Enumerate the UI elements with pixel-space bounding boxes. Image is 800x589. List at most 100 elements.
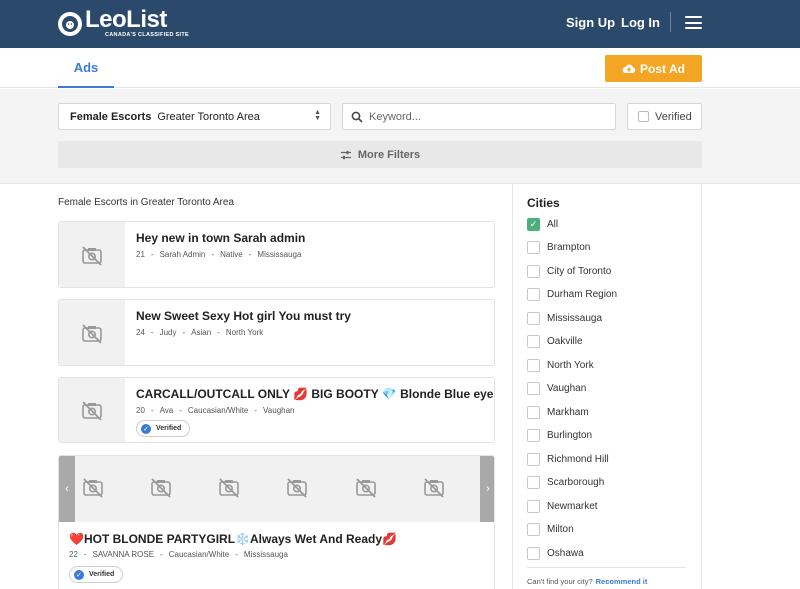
verified-badge-label: Verified xyxy=(156,425,182,432)
city-option-oakville[interactable]: Oakville xyxy=(527,334,583,348)
city-option-newmarket[interactable]: Newmarket xyxy=(527,499,598,513)
verified-badge-label: Verified xyxy=(89,571,115,578)
listing-meta: 24- Judy - Asian - North York xyxy=(136,328,264,337)
city-checkbox[interactable] xyxy=(527,264,540,278)
city-checkbox[interactable]: ✓ xyxy=(527,217,540,231)
city-option-city-of-toronto[interactable]: City of Toronto xyxy=(527,264,611,278)
city-checkbox[interactable] xyxy=(527,405,540,419)
listing-card[interactable]: CARCALL/OUTCALL ONLY 💋 BIG BOOTY 💎 Blond… xyxy=(58,377,495,443)
city-option-mississauga[interactable]: Mississauga xyxy=(527,311,602,325)
keyword-search[interactable] xyxy=(342,103,616,130)
listing-card[interactable]: New Sweet Sexy Hot girl You must try 24-… xyxy=(58,299,495,366)
listing-age: 24 xyxy=(136,328,145,337)
no-photo-icon xyxy=(356,478,376,498)
tab-ads[interactable]: Ads xyxy=(58,48,114,88)
city-checkbox[interactable] xyxy=(527,522,540,536)
listing-name: SAVANNA ROSE xyxy=(92,550,155,559)
cloud-upload-icon xyxy=(622,64,636,73)
city-option-scarborough[interactable]: Scarborough xyxy=(527,475,604,489)
post-ad-button[interactable]: Post Ad xyxy=(605,55,702,82)
city-label: Vaughan xyxy=(547,382,587,394)
listing-city: Vaughan xyxy=(263,406,295,415)
listing-name: Ava xyxy=(159,406,174,415)
featured-listing-card[interactable]: ‹ › ❤️HOT BLONDE PARTYGIRL❄️Always Wet A… xyxy=(58,455,495,589)
listing-age: 21 xyxy=(136,250,145,259)
listing-thumbnail[interactable] xyxy=(59,222,125,287)
listing-ethnicity: Asian xyxy=(191,328,212,337)
tab-row: Ads Post Ad xyxy=(0,48,800,88)
logo-name: LeoList xyxy=(85,6,167,33)
city-option-burlington[interactable]: Burlington xyxy=(527,428,592,442)
hamburger-icon[interactable] xyxy=(685,16,702,29)
city-checkbox[interactable] xyxy=(527,240,540,254)
listing-title[interactable]: CARCALL/OUTCALL ONLY 💋 BIG BOOTY 💎 Blond… xyxy=(136,387,494,401)
login-link[interactable]: Log In xyxy=(621,15,660,30)
listing-ethnicity: Native xyxy=(220,250,243,259)
city-label: North York xyxy=(547,359,594,371)
cities-heading: Cities xyxy=(527,196,560,210)
category-value: Female Escorts xyxy=(70,110,152,123)
city-checkbox[interactable] xyxy=(527,428,540,442)
listing-card[interactable]: Hey new in town Sarah admin 21- Sarah Adm… xyxy=(58,221,495,288)
listing-meta: 22- SAVANNA ROSE - Caucasian/White - Mississa… xyxy=(69,550,288,559)
results-heading: Female Escorts in Greater Toronto Area xyxy=(58,197,235,208)
city-option-durham-region[interactable]: Durham Region xyxy=(527,287,617,301)
city-option-markham[interactable]: Markham xyxy=(527,405,589,419)
city-option-all[interactable]: ✓ All xyxy=(527,217,558,231)
verified-check-icon: ✓ xyxy=(74,569,84,580)
listing-city: Mississauga xyxy=(257,250,302,259)
city-label: Milton xyxy=(547,523,574,535)
city-label: City of Toronto xyxy=(547,265,612,277)
listing-title[interactable]: New Sweet Sexy Hot girl You must try xyxy=(136,309,351,323)
sidebar-divider xyxy=(527,567,686,568)
city-label: All xyxy=(547,218,559,230)
category-location-select[interactable]: Female Escorts Greater Toronto Area ▲ ▼ xyxy=(58,103,331,130)
no-photo-icon xyxy=(82,401,102,421)
listing-name: Sarah Admin xyxy=(159,250,206,259)
city-checkbox[interactable] xyxy=(527,475,540,489)
more-filters-button[interactable]: More Filters xyxy=(58,141,702,168)
listing-meta: 21- Sarah Admin - Native - Mississauga xyxy=(136,250,302,259)
city-label: Brampton xyxy=(547,241,591,253)
city-checkbox[interactable] xyxy=(527,499,540,513)
city-checkbox[interactable] xyxy=(527,381,540,395)
city-checkbox[interactable] xyxy=(527,287,540,301)
listing-age: 20 xyxy=(136,406,145,415)
city-checkbox[interactable] xyxy=(527,452,540,466)
city-label: Scarborough xyxy=(547,476,605,488)
select-arrows-icon: ▲ ▼ xyxy=(314,109,321,122)
city-label: Oshawa xyxy=(547,547,584,559)
city-checkbox[interactable] xyxy=(527,546,540,560)
gallery-next-button[interactable]: › xyxy=(480,456,494,522)
verified-badge: ✓ Verified xyxy=(69,566,124,583)
top-navbar: LeoList CANADA'S CLASSIFIED SITE Sign Up… xyxy=(0,0,800,48)
gallery-prev-button[interactable]: ‹ xyxy=(59,456,75,522)
keyword-input[interactable] xyxy=(369,110,599,123)
no-photo-icon xyxy=(424,478,444,498)
signup-link[interactable]: Sign Up xyxy=(566,15,615,30)
search-icon xyxy=(351,111,363,123)
verified-checkbox[interactable] xyxy=(638,111,649,122)
leolist-logo[interactable]: LeoList CANADA'S CLASSIFIED SITE xyxy=(58,6,189,38)
city-checkbox[interactable] xyxy=(527,358,540,372)
listing-city: North York xyxy=(225,328,264,337)
city-option-oshawa[interactable]: Oshawa xyxy=(527,546,584,560)
photo-gallery[interactable]: ‹ › xyxy=(59,456,494,522)
listing-thumbnail[interactable] xyxy=(59,378,125,442)
city-checkbox[interactable] xyxy=(527,311,540,325)
city-checkbox[interactable] xyxy=(527,334,540,348)
verified-filter-label: Verified xyxy=(655,110,692,123)
listing-title[interactable]: ❤️HOT BLONDE PARTYGIRL❄️Always Wet And R… xyxy=(69,532,397,546)
verified-filter[interactable]: Verified xyxy=(627,103,702,130)
city-option-north-york[interactable]: North York xyxy=(527,358,594,372)
nav-divider xyxy=(670,12,671,32)
no-photo-icon xyxy=(219,478,239,498)
recommend-city-link[interactable]: Recommend it xyxy=(596,577,648,586)
listing-title[interactable]: Hey new in town Sarah admin xyxy=(136,231,305,245)
listing-thumbnail[interactable] xyxy=(59,300,125,365)
city-option-brampton[interactable]: Brampton xyxy=(527,240,590,254)
cant-find-text: Can't find your city? xyxy=(527,577,593,586)
city-option-vaughan[interactable]: Vaughan xyxy=(527,381,586,395)
city-option-milton[interactable]: Milton xyxy=(527,522,574,536)
city-option-richmond-hill[interactable]: Richmond Hill xyxy=(527,452,609,466)
